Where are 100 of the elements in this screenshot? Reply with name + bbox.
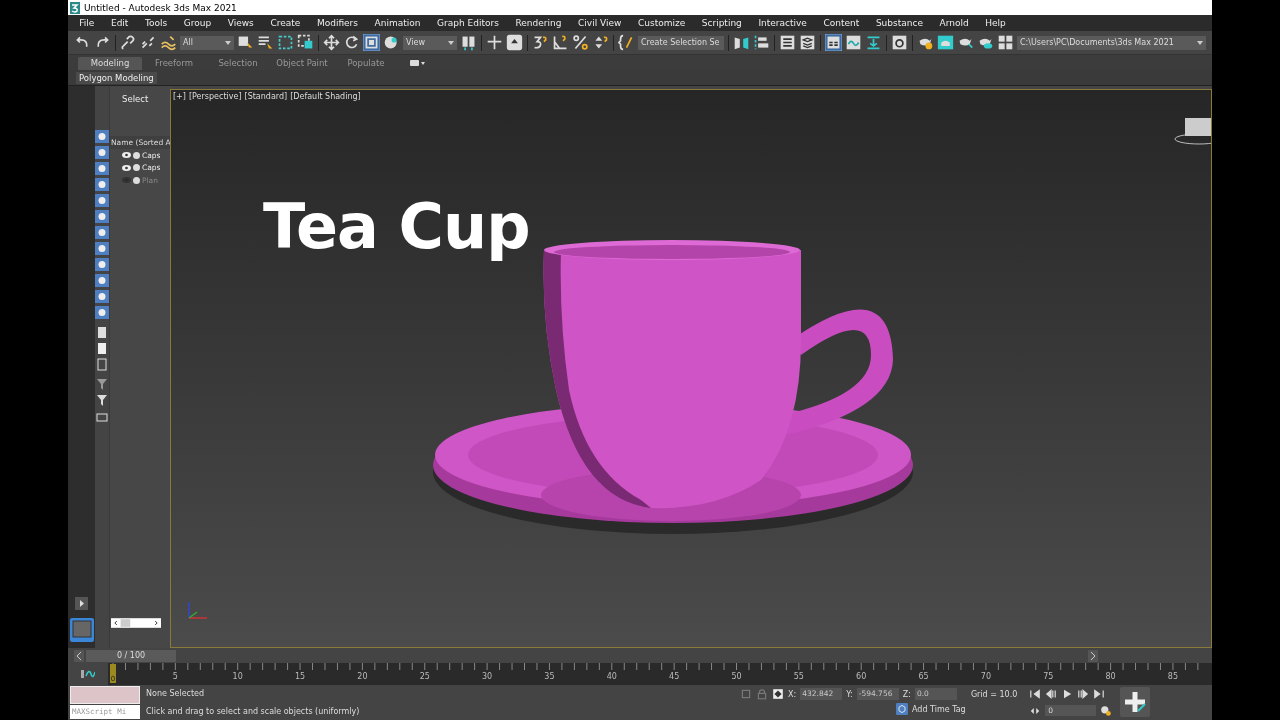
explorer-mode-label: Select <box>121 93 150 106</box>
frame-number: 60 <box>856 672 867 681</box>
menu-item[interactable]: Views <box>219 18 263 28</box>
scene-explorer-icon[interactable] <box>779 34 796 51</box>
move-icon[interactable] <box>323 34 340 51</box>
menu-item[interactable]: Arnold <box>931 18 977 28</box>
menu-item[interactable]: File <box>71 18 103 28</box>
menu-item[interactable]: Graph Editors <box>428 18 508 28</box>
menu-item[interactable]: Substance <box>867 18 932 28</box>
previous-key-icon[interactable] <box>1045 687 1058 700</box>
viewport-label[interactable]: [Standard] <box>244 92 288 101</box>
menu-item[interactable]: Edit <box>102 18 137 28</box>
go-to-end-icon[interactable] <box>1093 687 1106 700</box>
menu-item[interactable]: Animation <box>366 18 429 28</box>
ribbon-tab[interactable]: Object Paint <box>270 57 334 70</box>
select-by-name-icon[interactable] <box>257 34 274 51</box>
curve-editor-icon[interactable] <box>845 34 862 51</box>
viewport-label[interactable]: [Perspective] <box>188 92 242 101</box>
material-editor-icon[interactable] <box>891 34 908 51</box>
menu-item[interactable]: Group <box>175 18 220 28</box>
render-toggle-dot[interactable] <box>133 151 140 159</box>
frame-number: 10 <box>232 672 243 681</box>
axis-constraint-icon[interactable] <box>486 34 503 51</box>
percent-snap-icon[interactable] <box>572 34 589 51</box>
layer-explorer-icon[interactable] <box>799 34 816 51</box>
rectangle-selection-icon[interactable] <box>277 34 294 51</box>
window-crossing-icon[interactable] <box>297 34 314 51</box>
menu-item[interactable]: Create <box>262 18 309 28</box>
previous-frame-button[interactable] <box>74 650 84 662</box>
frame-number: 50 <box>731 672 742 681</box>
visibility-eye-icon[interactable] <box>122 152 131 159</box>
visibility-eye-icon[interactable] <box>122 164 131 171</box>
viewport-layout-icon[interactable] <box>997 34 1014 51</box>
selection-filter-dropdown[interactable]: All <box>180 35 234 50</box>
placement-icon[interactable] <box>383 34 400 51</box>
ribbon-tab[interactable]: Populate <box>334 57 398 70</box>
ribbon-tab[interactable]: Modeling <box>78 57 142 70</box>
curve-editor-icon[interactable] <box>81 668 95 680</box>
project-path-dropdown[interactable]: C:\Users\PC\Documents\3ds Max 2021 <box>1017 35 1206 50</box>
viewport-label[interactable]: [Default Shading] <box>290 92 361 101</box>
set-key-button[interactable] <box>1120 687 1151 717</box>
snap-icon[interactable] <box>532 34 549 51</box>
ribbon-panel-title[interactable]: Polygon Modeling <box>76 71 157 84</box>
menu-item[interactable]: Scripting <box>693 18 751 28</box>
document-icon[interactable] <box>95 342 109 355</box>
render-toggle-dot[interactable] <box>133 164 140 172</box>
ribbon-tab[interactable]: Selection <box>206 57 270 70</box>
angle-snap-icon[interactable] <box>552 34 569 51</box>
transform-mode-icon[interactable] <box>772 688 784 700</box>
link-icon[interactable] <box>120 34 137 51</box>
frame-number: 20 <box>357 672 368 681</box>
menu-item[interactable]: Interactive <box>750 18 816 28</box>
frame-number: 30 <box>482 672 493 681</box>
time-slider-thumb[interactable]: 0 / 100 <box>86 650 176 662</box>
frame-number: 35 <box>544 672 555 681</box>
menu-item[interactable]: Civil View <box>569 18 630 28</box>
next-frame-button[interactable] <box>1088 650 1098 662</box>
horizontal-scrollbar[interactable] <box>111 618 161 628</box>
document-icon[interactable] <box>95 358 109 371</box>
ribbon-options-icon[interactable] <box>410 59 426 67</box>
viewport-thumbnail[interactable] <box>69 618 94 642</box>
add-time-tag-link[interactable]: Add Time Tag <box>912 704 966 714</box>
menu-item[interactable]: Customize <box>629 18 694 28</box>
prompt-text: Click and drag to select and scale objects (uniformly) <box>146 706 361 716</box>
schematic-view-icon[interactable] <box>865 34 882 51</box>
named-selection-dropdown[interactable]: Create Selection Se <box>638 35 724 50</box>
filter-icon[interactable] <box>95 394 109 407</box>
menu-item[interactable]: Content <box>815 18 868 28</box>
coordinate-system-dropdown[interactable]: View <box>403 35 457 50</box>
frame-number: 80 <box>1105 672 1116 681</box>
document-icon[interactable] <box>95 326 109 339</box>
next-key-icon[interactable] <box>1077 687 1090 700</box>
viewcube-icon[interactable] <box>1174 118 1211 145</box>
align-icon[interactable] <box>753 34 770 51</box>
go-to-start-icon[interactable] <box>1029 687 1042 700</box>
viewport-label[interactable]: [+] <box>173 92 186 101</box>
ribbon-tab[interactable]: Freeform <box>142 57 206 70</box>
menu-item[interactable]: Tools <box>136 18 176 28</box>
select-object-icon[interactable] <box>237 34 254 51</box>
pivot-icon[interactable] <box>460 34 477 51</box>
filter-icon[interactable] <box>95 378 109 391</box>
bind-space-warp-icon[interactable] <box>160 34 177 51</box>
time-tag-icon[interactable] <box>896 703 908 715</box>
time-config-icon[interactable] <box>1100 704 1113 717</box>
edit-named-selection-icon[interactable] <box>618 34 635 51</box>
render-toggle-dot[interactable] <box>133 176 140 184</box>
ribbon-toggle-icon[interactable] <box>825 34 842 51</box>
frame-number: 45 <box>669 672 680 681</box>
frame-number: 65 <box>918 672 929 681</box>
container-icon[interactable] <box>95 410 109 423</box>
rotate-icon[interactable] <box>343 34 360 51</box>
rendered-frame-window-icon[interactable] <box>937 34 954 51</box>
expand-button[interactable] <box>75 597 88 610</box>
menu-item[interactable]: Help <box>976 18 1015 28</box>
menu-item[interactable]: Rendering <box>507 18 570 28</box>
menu-item[interactable]: Modifiers <box>308 18 367 28</box>
caret-icon <box>225 40 231 45</box>
keyboard-shortcut-icon[interactable] <box>506 34 523 51</box>
unlink-icon[interactable] <box>140 34 157 51</box>
scale-icon[interactable] <box>363 34 380 51</box>
